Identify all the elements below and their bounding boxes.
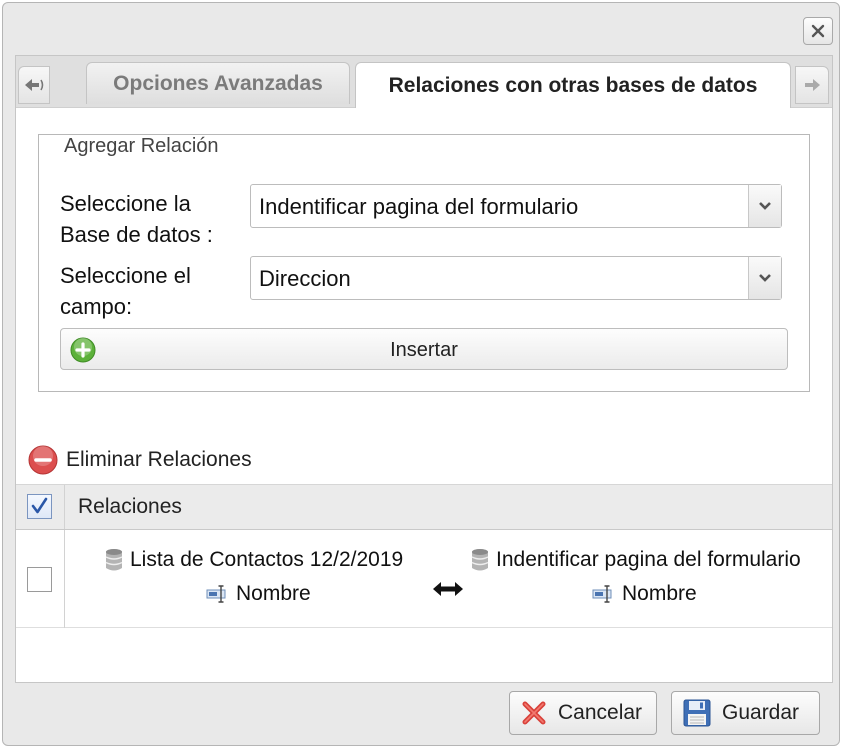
- database-label-line2: Base de datos :: [60, 222, 213, 247]
- chevron-down-icon: [759, 274, 771, 282]
- source-database: Lista de Contactos 12/2/2019: [104, 548, 403, 572]
- remove-circle-icon: [28, 445, 58, 475]
- database-label-line1: Seleccione la: [60, 191, 191, 216]
- row-checkbox[interactable]: [27, 567, 52, 592]
- field-select-arrow[interactable]: [748, 257, 781, 299]
- arrow-left-icon: [25, 79, 44, 91]
- target-field: Nombre: [592, 582, 697, 606]
- arrow-right-icon: [805, 79, 820, 91]
- target-field-name: Nombre: [622, 582, 697, 605]
- source-database-name: Lista de Contactos 12/2/2019: [130, 548, 404, 571]
- row-check-cell: [16, 530, 65, 628]
- close-button[interactable]: [803, 17, 833, 45]
- field-label-line1: Seleccione el: [60, 263, 191, 288]
- select-all-checkbox[interactable]: [27, 494, 52, 519]
- double-arrow-icon: [433, 582, 463, 596]
- database-label: Seleccione la Base de datos :: [60, 188, 213, 250]
- add-relation-legend: Agregar Relación: [58, 135, 225, 158]
- source-field: Nombre: [206, 582, 311, 606]
- grid-header-check-cell: [16, 485, 65, 529]
- database-icon: [105, 549, 123, 571]
- field-label-line2: campo:: [60, 294, 133, 319]
- close-icon: [811, 24, 825, 38]
- target-database-name: Indentificar pagina del formulario: [496, 548, 801, 571]
- grid-header-title: Relaciones: [78, 495, 182, 518]
- tab-scroll-left-button[interactable]: [18, 66, 50, 104]
- delete-relations-label: Eliminar Relaciones: [66, 448, 252, 471]
- cancel-button-label: Cancelar: [558, 701, 643, 724]
- tab-scroll-right-button[interactable]: [795, 66, 829, 104]
- table-row[interactable]: Lista de Contactos 12/2/2019 Nombre Inde…: [16, 530, 832, 628]
- database-select[interactable]: Indentificar pagina del formulario: [250, 184, 782, 228]
- text-field-icon: [206, 585, 226, 603]
- tab-relaciones[interactable]: Relaciones con otras bases de datos: [355, 62, 791, 108]
- floppy-disk-icon: [683, 699, 711, 727]
- grid-header: Relaciones: [16, 484, 832, 530]
- tab-panel: Opciones Avanzadas Relaciones con otras …: [15, 55, 833, 683]
- tab-opciones-avanzadas[interactable]: Opciones Avanzadas: [86, 62, 350, 104]
- x-mark-icon: [522, 701, 546, 725]
- field-label: Seleccione el campo:: [60, 260, 191, 322]
- text-field-icon: [592, 585, 612, 603]
- database-select-arrow[interactable]: [748, 185, 781, 227]
- cancel-button[interactable]: Cancelar: [509, 691, 657, 735]
- dialog: Opciones Avanzadas Relaciones con otras …: [2, 2, 840, 746]
- checkmark-icon: [31, 497, 48, 514]
- insert-button-label: Insertar: [390, 339, 458, 361]
- field-select[interactable]: Direccion: [250, 256, 782, 300]
- delete-relations-button[interactable]: Eliminar Relaciones: [28, 444, 252, 476]
- save-button[interactable]: Guardar: [671, 691, 820, 735]
- save-button-label: Guardar: [722, 701, 800, 724]
- field-select-value: Direccion: [259, 266, 351, 291]
- chevron-down-icon: [759, 202, 771, 210]
- database-select-value: Indentificar pagina del formulario: [259, 194, 579, 219]
- source-field-name: Nombre: [236, 582, 311, 605]
- tab-bar: Opciones Avanzadas Relaciones con otras …: [16, 56, 832, 108]
- database-icon: [471, 549, 489, 571]
- insert-button[interactable]: Insertar: [60, 328, 788, 370]
- target-database: Indentificar pagina del formulario: [470, 548, 801, 572]
